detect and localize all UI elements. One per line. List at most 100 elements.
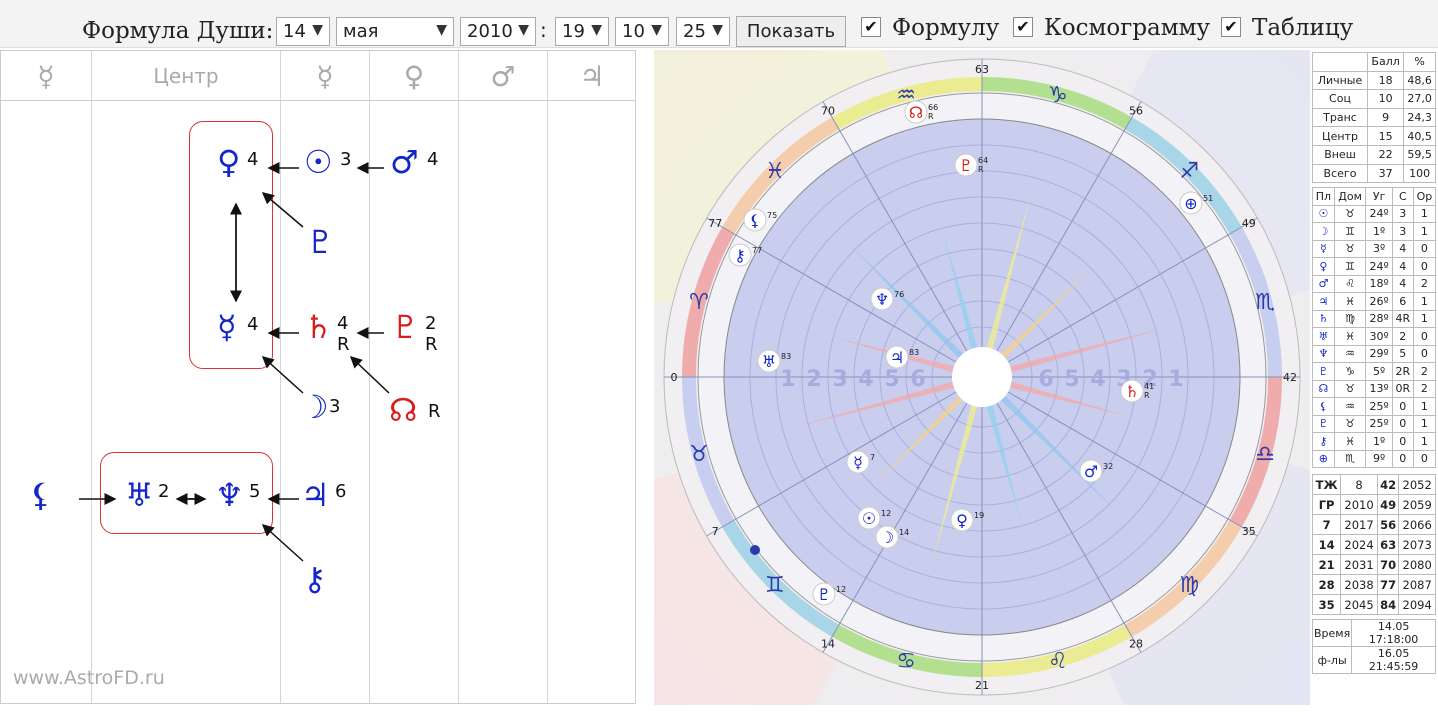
planet-retro: R — [928, 112, 934, 121]
table-row: ☉ ♉ 24º 3 1 — [1312, 204, 1437, 224]
cosmogram-checkbox[interactable]: ✔ — [1013, 17, 1033, 37]
planet-icon: ☊ — [909, 103, 923, 122]
table-header-row: Балл% — [1312, 52, 1436, 72]
table-cell: ⊕ — [1312, 449, 1335, 469]
table-cell: ♒ — [1333, 344, 1367, 364]
table-row: ♆ ♒ 29º 5 0 — [1312, 344, 1437, 364]
second-select[interactable]: 25 ▼ — [676, 17, 730, 46]
table-header-cell: С — [1391, 187, 1414, 206]
planet-icon: ⚸ — [749, 211, 761, 230]
table-row: ♄ ♍ 28º 4R 1 — [1312, 309, 1437, 329]
planet-retro: R — [978, 165, 984, 174]
table-cell: ♀ — [1312, 257, 1335, 276]
table-cell: Время — [1311, 619, 1353, 648]
table-cell: 0 — [1391, 397, 1414, 416]
proserpina-icon: ♇ — [306, 223, 335, 261]
formula-checkbox[interactable]: ✔ — [861, 17, 881, 37]
degree-label: 14 — [821, 638, 835, 651]
table-cell: 0 — [1412, 449, 1437, 469]
marker-dot — [750, 545, 760, 555]
venus-icon: ♀ — [217, 143, 241, 181]
table-checkbox-label: Таблицу — [1252, 15, 1354, 41]
table-cell: 4R — [1391, 309, 1414, 329]
table-cell: ♉ — [1333, 239, 1367, 259]
table-cell: 0 — [1412, 239, 1437, 259]
table-row: ГР 2010 49 2059 — [1311, 494, 1436, 516]
table-cell: 2R — [1391, 362, 1414, 381]
planet-icon: ♇ — [817, 585, 831, 604]
table-cell: ♒ — [1333, 397, 1367, 416]
zodiac-sign-icon: ♍ — [1179, 573, 1199, 598]
planet-retro: R — [1144, 391, 1150, 400]
year-select[interactable]: 2010 ▼ — [460, 17, 536, 46]
table-checkbox[interactable]: ✔ — [1221, 17, 1241, 37]
zodiac-sign-icon: ♊ — [765, 573, 785, 598]
saturn-retro: R — [337, 334, 350, 355]
planet-icon: ⚷ — [734, 246, 746, 265]
table-row: 14 2024 63 2073 — [1311, 534, 1436, 556]
formula-title: Формула Души: — [82, 18, 274, 44]
table-header-cell: Балл — [1366, 52, 1405, 72]
table-cell: 0R — [1391, 379, 1414, 399]
table-row: 35 2045 84 2094 — [1311, 594, 1436, 616]
table-cell: 2 — [1412, 274, 1437, 294]
house-number: 1 — [780, 367, 795, 392]
table-cell: 49 — [1376, 494, 1400, 516]
table-cell: 10 — [1366, 89, 1405, 109]
show-button[interactable]: Показать — [736, 16, 846, 47]
pluto-retro: R — [425, 334, 438, 355]
table-cell: ♉ — [1333, 379, 1367, 399]
table-cell: ♌ — [1333, 274, 1367, 294]
table-cell: 16.05 21:45:59 — [1351, 646, 1436, 675]
house-number: 4 — [858, 367, 873, 392]
saturn-count: 4 — [337, 313, 349, 334]
table-cell: 7 — [1311, 514, 1342, 536]
table-row: Центр 15 40,5 — [1312, 126, 1436, 146]
table-cell: ♏ — [1333, 449, 1367, 469]
time-table: Время 14.05 17:18:00 ф-лы 16.05 21:45:59 — [1311, 619, 1436, 675]
table-cell: 59,5 — [1403, 144, 1436, 165]
table-cell: ♍ — [1333, 309, 1367, 329]
table-cell: ♊ — [1333, 257, 1367, 276]
day-select[interactable]: 14 ▼ — [276, 17, 330, 46]
table-cell: 1º — [1365, 432, 1393, 451]
table-cell: 1 — [1412, 309, 1437, 329]
table-header-cell: % — [1403, 52, 1436, 72]
table-cell: 42 — [1376, 474, 1400, 496]
venus-count: 4 — [247, 149, 259, 170]
table-cell: 2045 — [1340, 594, 1378, 616]
uranus-icon: ♅ — [125, 476, 154, 514]
table-cell: 5º — [1365, 362, 1393, 381]
table-cell: 48,6 — [1403, 70, 1436, 91]
table-row: Транс 9 24,3 — [1312, 107, 1436, 128]
formula-checkbox-label: Формулу — [892, 15, 1000, 41]
table-cell: 2010 — [1340, 494, 1378, 516]
sun-count: 3 — [340, 149, 352, 170]
planet-icon: ♄ — [1125, 382, 1139, 401]
moon-count: 3 — [329, 396, 341, 417]
table-cell: ♇ — [1312, 414, 1335, 434]
chevron-down-icon: ▼ — [518, 22, 529, 38]
table-row: ТЖ 8 42 2052 — [1311, 474, 1436, 496]
planet-icon: ♀ — [956, 511, 968, 530]
degree-label: 28 — [1129, 638, 1143, 651]
table-cell: 40,5 — [1403, 126, 1436, 146]
minute-select[interactable]: 10 ▼ — [615, 17, 669, 46]
table-cell: 18 — [1366, 70, 1405, 91]
table-cell: 30º — [1365, 327, 1393, 346]
table-cell: 28 — [1311, 574, 1342, 596]
table-cell: ⚸ — [1312, 397, 1335, 416]
table-cell: 27,0 — [1403, 89, 1436, 109]
zodiac-sign-icon: ♋ — [896, 649, 916, 674]
table-row: ⊕ ♏ 9º 0 0 — [1312, 449, 1437, 469]
month-select[interactable]: мая ▼ — [336, 17, 454, 46]
table-row: ⚸ ♒ 25º 0 1 — [1312, 397, 1437, 416]
neptune-icon: ♆ — [215, 476, 244, 514]
soul-formula-panel: ☿ Центр ☿ ♀ ♂ ♃ ♀ 4 ☉ 3 ♂ 4 ♇ ☿ 4 ♄ 4 R … — [0, 50, 636, 704]
year-value: 2010 — [467, 21, 513, 42]
hour-select[interactable]: 19 ▼ — [555, 17, 609, 46]
table-cell: ♆ — [1312, 344, 1335, 364]
mercury-icon: ☿ — [217, 308, 237, 346]
table-cell: 56 — [1376, 514, 1400, 536]
table-row: Соц 10 27,0 — [1312, 89, 1436, 109]
